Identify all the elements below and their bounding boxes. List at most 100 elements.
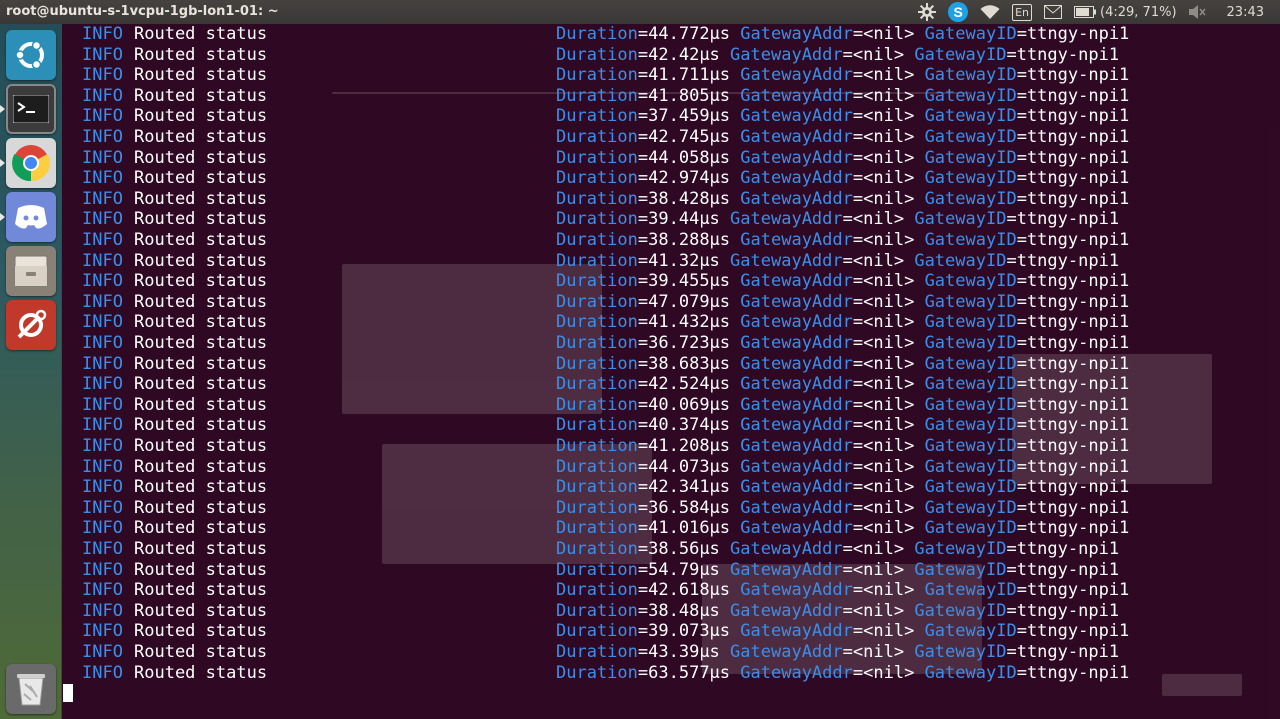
field-value-gateway-id: ttngy-npi1 [1026,65,1130,86]
field-key-gateway-id: GatewayID [924,374,1017,395]
field-value-gateway-id: ttngy-npi1 [1026,312,1130,333]
field-value-gateway-addr: <nil> [852,600,905,621]
field-key-duration: Duration [556,271,638,292]
log-line: INFO Routed status Duration=42.745µs Gatew… [62,127,1280,148]
settings-icon[interactable] [918,0,937,24]
field-key-gateway-id: GatewayID [924,188,1017,209]
field-value-gateway-id: ttngy-npi1 [1016,559,1120,580]
log-line: INFO Routed status Duration=38.683µs Gatew… [62,354,1280,375]
log-level: INFO [82,312,123,333]
log-level: INFO [82,147,123,168]
terminal-cursor [63,684,73,702]
field-key-gateway-id: GatewayID [924,230,1017,250]
log-level: INFO [82,127,123,147]
field-key-duration: Duration [556,188,638,209]
skype-icon[interactable]: S [948,0,969,24]
field-key-duration: Duration [556,85,638,106]
log-fields: Duration=40.374µs GatewayAddr=<nil> Gate… [556,415,1130,436]
log-message: Routed status [134,291,268,312]
trash-icon [17,674,45,706]
wifi-icon[interactable] [980,0,1000,24]
launcher-item-ubuntu-dash[interactable] [6,30,56,80]
log-level: INFO [82,188,123,209]
window-title: root@ubuntu-s-1vcpu-1gb-lon1-01: ~ [6,4,279,19]
field-key-gateway-id: GatewayID [924,312,1017,333]
log-fields: Duration=39.073µs GatewayAddr=<nil> Gate… [556,621,1130,642]
field-value-gateway-addr: <nil> [863,147,915,168]
field-key-gateway-addr: GatewayAddr [740,580,853,601]
field-value-duration: 42.524µs [648,374,731,395]
launcher-item-system-settings[interactable] [6,300,56,350]
field-key-duration: Duration [556,621,638,642]
log-line: INFO Routed status Duration=44.058µs Gatew… [62,148,1280,169]
field-value-duration: 38.428µs [648,188,731,209]
launcher-item-chrome[interactable] [6,138,56,188]
field-value-gateway-id: ttngy-npi1 [1026,394,1130,415]
log-message: Routed status [134,353,268,374]
field-key-duration: Duration [556,250,638,271]
log-message: Routed status [134,209,268,230]
field-key-gateway-id: GatewayID [924,24,1017,44]
log-line: INFO Routed status Duration=42.341µs Gatew… [62,477,1280,498]
field-key-gateway-id: GatewayID [924,415,1017,436]
field-value-gateway-id: ttngy-npi1 [1016,44,1120,65]
log-level: INFO [82,539,123,559]
log-message: Routed status [134,662,268,683]
field-key-gateway-id: GatewayID [914,559,1007,580]
field-value-duration: 38.683µs [648,353,731,374]
log-line: INFO Routed status Duration=40.069µs Gatew… [62,395,1280,416]
field-key-duration: Duration [556,333,638,353]
field-key-gateway-id: GatewayID [924,127,1017,147]
field-value-duration: 39.073µs [648,621,731,642]
clock[interactable]: 23:43 [1227,5,1264,20]
log-message: Routed status [134,312,268,333]
launcher-item-files[interactable] [6,246,56,296]
launcher-item-terminal[interactable] [6,84,56,134]
launcher-item-trash[interactable] [6,664,56,714]
field-value-gateway-addr: <nil> [863,497,915,518]
log-level: INFO [82,24,123,44]
log-level: INFO [82,85,123,106]
log-message: Routed status [134,394,268,415]
field-key-duration: Duration [556,394,638,415]
battery-icon[interactable]: (4:29, 71%) [1074,0,1177,24]
log-fields: Duration=42.524µs GatewayAddr=<nil> Gate… [556,374,1130,395]
field-key-gateway-id: GatewayID [924,147,1017,168]
volume-muted-icon[interactable] [1188,0,1207,24]
field-key-gateway-addr: GatewayAddr [740,65,853,86]
log-line: INFO Routed status Duration=41.208µs Gatew… [62,436,1280,457]
keyboard-icon[interactable]: En [1012,0,1033,24]
launcher-item-discord[interactable] [6,192,56,242]
log-fields: Duration=42.974µs GatewayAddr=<nil> Gate… [556,168,1130,189]
log-message: Routed status [134,333,268,353]
field-key-gateway-id: GatewayID [924,518,1017,539]
log-level: INFO [82,394,123,415]
log-message: Routed status [134,559,268,580]
field-key-duration: Duration [556,291,638,312]
field-value-duration: 47.079µs [648,291,731,312]
log-level: INFO [82,168,123,189]
terminal-window[interactable]: INFO Routed status Duration=44.772µs Gatew… [62,24,1280,719]
log-fields: Duration=41.711µs GatewayAddr=<nil> Gate… [556,65,1130,86]
log-message: Routed status [134,65,268,86]
field-value-gateway-addr: <nil> [863,477,915,498]
field-value-duration: 63.577µs [648,662,731,683]
field-value-gateway-addr: <nil> [863,662,915,683]
log-fields: Duration=36.584µs GatewayAddr=<nil> Gate… [556,497,1130,518]
log-fields: Duration=41.016µs GatewayAddr=<nil> Gate… [556,518,1130,539]
log-fields: Duration=47.079µs GatewayAddr=<nil> Gate… [556,291,1130,312]
field-key-gateway-id: GatewayID [924,497,1017,518]
log-message: Routed status [134,271,268,292]
field-value-gateway-addr: <nil> [863,271,915,292]
field-value-gateway-id: ttngy-npi1 [1026,188,1130,209]
mail-icon[interactable] [1044,0,1063,24]
log-message: Routed status [134,539,268,559]
field-value-gateway-id: ttngy-npi1 [1016,600,1120,621]
log-level: INFO [82,44,123,65]
field-key-duration: Duration [556,539,638,559]
field-key-gateway-addr: GatewayAddr [740,374,853,395]
log-fields: Duration=42.42µs GatewayAddr=<nil> Gatew… [556,44,1120,65]
field-value-gateway-addr: <nil> [863,65,915,86]
log-fields: Duration=42.341µs GatewayAddr=<nil> Gate… [556,477,1130,498]
log-line: INFO Routed status Duration=39.073µs Gatew… [62,621,1280,642]
